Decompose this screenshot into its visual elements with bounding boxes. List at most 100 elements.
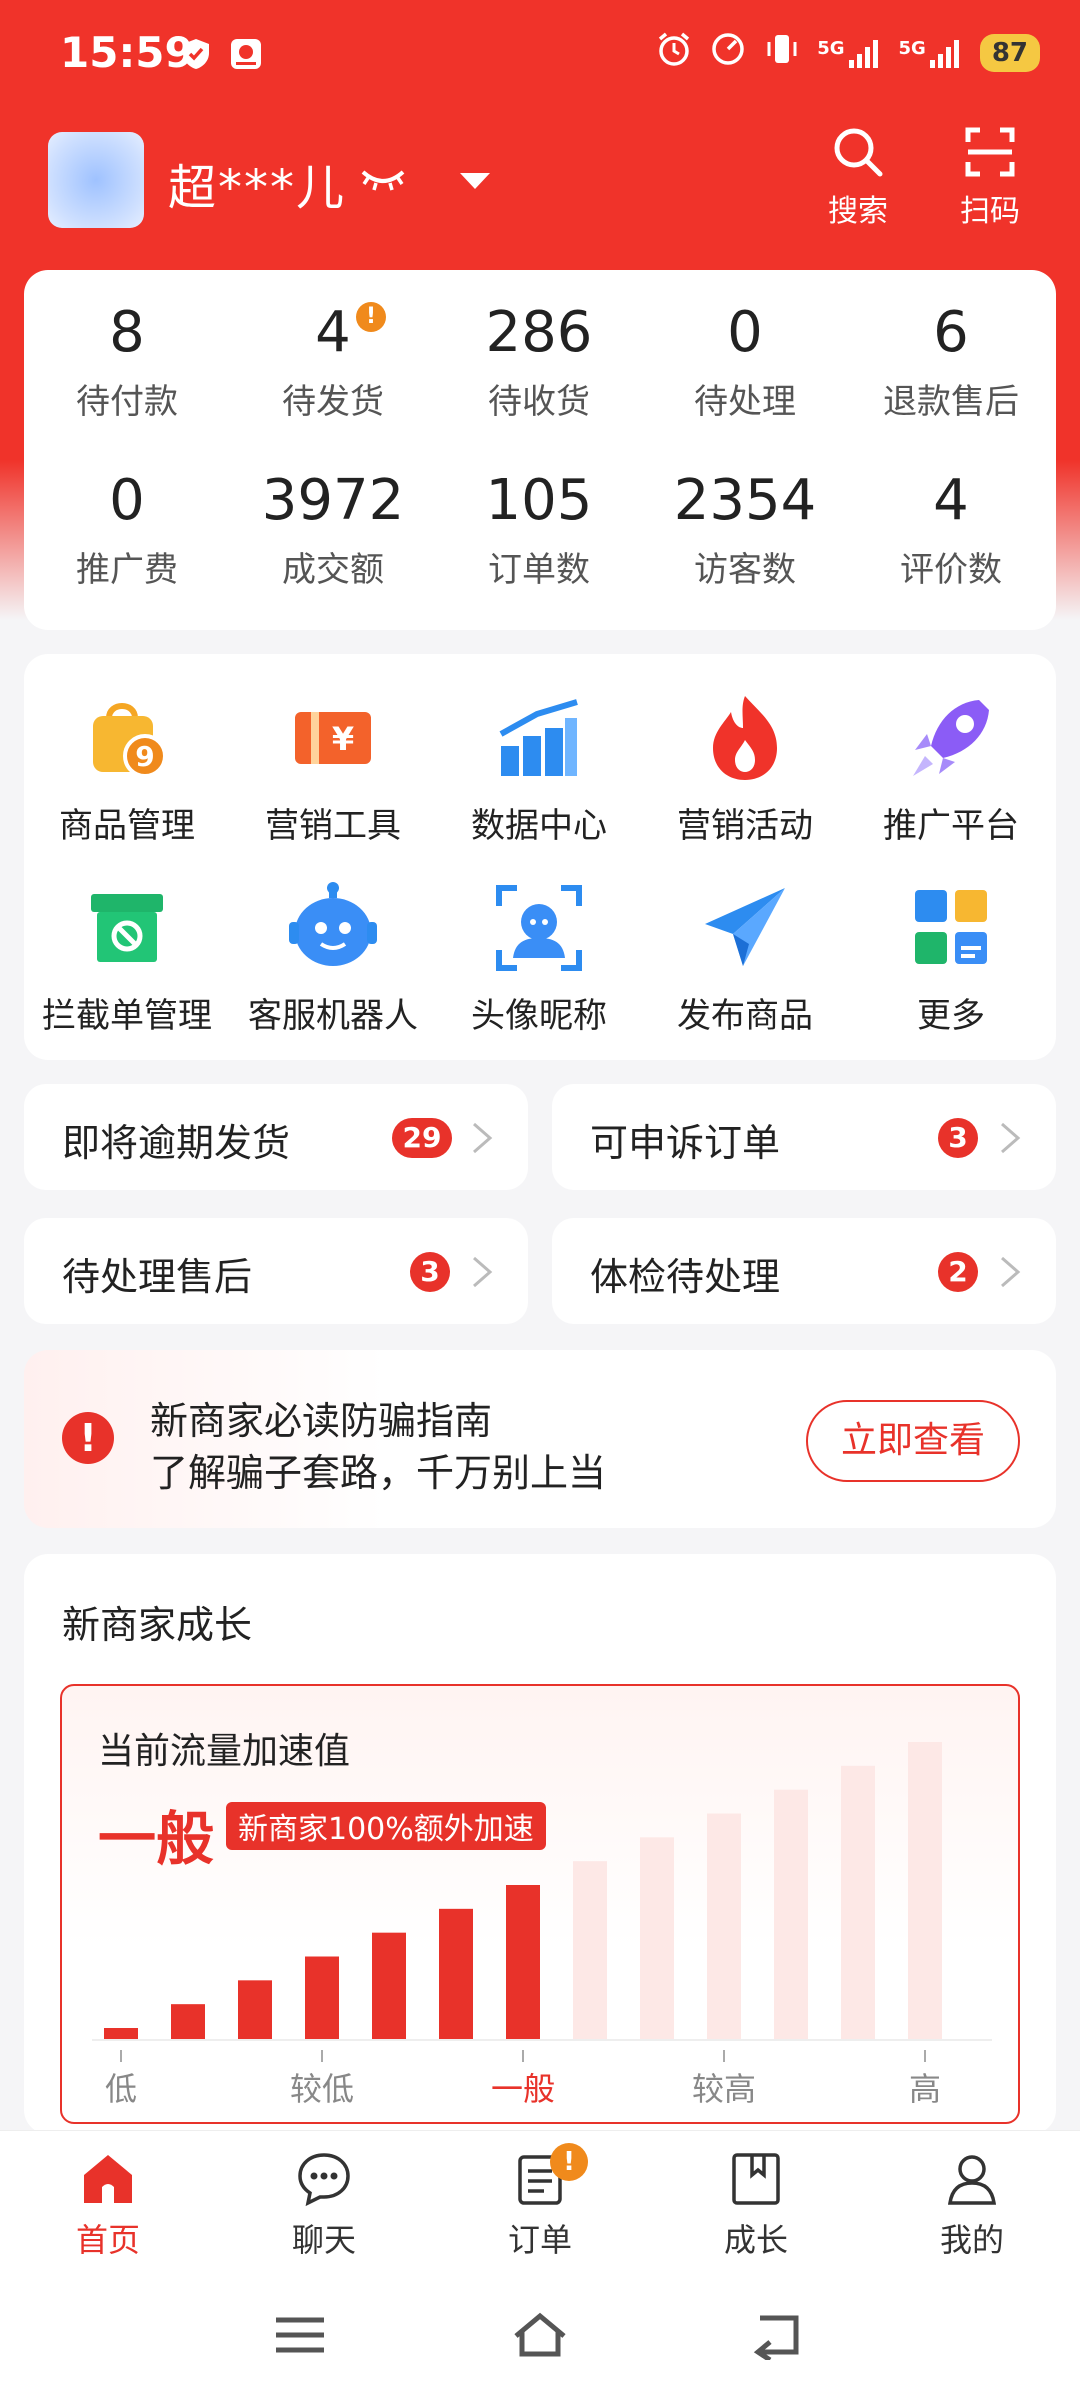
tool-avatar-nickname[interactable]: 头像昵称 xyxy=(436,880,642,1037)
profile-icon xyxy=(947,2155,997,2205)
boost-bar xyxy=(104,2028,138,2040)
scale-label: 较低 xyxy=(290,2070,354,2108)
rocket-icon xyxy=(913,700,989,776)
svg-text:¥: ¥ xyxy=(332,720,354,758)
warning-icon: ! xyxy=(62,1412,114,1464)
more-apps-icon xyxy=(915,890,987,964)
back-icon[interactable] xyxy=(750,2310,810,2360)
chevron-right-icon xyxy=(473,1122,493,1154)
boost-bar xyxy=(841,1765,875,2040)
svg-text:9: 9 xyxy=(135,740,154,773)
boost-bar xyxy=(372,1932,406,2040)
todo-overdue-shipment[interactable]: 即将逾期发货 29 xyxy=(24,1084,528,1190)
notice-subtitle: 了解骗子套路，千万别上当 xyxy=(150,1451,607,1495)
shopping-bag-icon: 9 xyxy=(93,703,167,778)
stat-promotion-fee[interactable]: 0 推广费 xyxy=(24,470,230,591)
blocked-box-icon xyxy=(91,894,163,962)
boost-bar xyxy=(640,1837,674,2040)
face-scan-icon xyxy=(496,885,582,971)
boost-bar xyxy=(506,1885,540,2040)
boost-bar xyxy=(573,1861,607,2040)
tab-mine[interactable]: 我的 xyxy=(902,2149,1042,2261)
store-stats-card: 8 待付款 4 待发货 ! 286 待收货 0 待处理 6 退款售后 0 推广费… xyxy=(24,270,1056,630)
stat-pending-shipment[interactable]: 4 待发货 ! xyxy=(230,302,436,423)
scale-label: 一般 xyxy=(491,2070,555,2108)
menu-icon[interactable] xyxy=(270,2310,330,2360)
boost-bar xyxy=(707,1813,741,2040)
bottom-tab-bar: 首页 聊天 订单 ! 成长 我的 xyxy=(0,2130,1080,2270)
search-button[interactable]: 搜索 xyxy=(803,124,913,230)
count-badge: 29 xyxy=(392,1118,452,1158)
scale-label: 较高 xyxy=(692,2070,756,2108)
chevron-right-icon xyxy=(1001,1256,1021,1288)
chat-icon xyxy=(298,2153,350,2207)
boost-bar xyxy=(774,1789,808,2040)
bookmark-book-icon xyxy=(732,2153,780,2205)
tab-orders[interactable]: 订单 ! xyxy=(470,2143,610,2261)
stat-visitors[interactable]: 2354 访客数 xyxy=(642,470,848,591)
stat-reviews[interactable]: 4 评价数 xyxy=(848,470,1054,591)
search-icon xyxy=(834,128,883,177)
tool-service-robot[interactable]: 客服机器人 xyxy=(230,880,436,1037)
tab-growth[interactable]: 成长 xyxy=(686,2149,826,2261)
robot-icon xyxy=(289,882,377,966)
tool-product-management[interactable]: 9 商品管理 xyxy=(24,690,230,847)
scan-label: 扫码 xyxy=(960,194,1020,229)
boost-title: 当前流量加速值 xyxy=(98,1731,351,1772)
growth-title: 新商家成长 xyxy=(62,1603,253,1647)
stat-refund-aftersale[interactable]: 6 退款售后 xyxy=(848,302,1054,423)
count-badge: 3 xyxy=(938,1118,978,1158)
scale-label: 高 xyxy=(909,2070,941,2108)
alert-badge: ! xyxy=(356,302,386,332)
shop-header: 超***儿 搜索 扫码 xyxy=(0,120,1080,250)
tool-publish-product[interactable]: 发布商品 xyxy=(642,880,848,1037)
anti-fraud-notice-card[interactable]: ! 新商家必读防骗指南 了解骗子套路，千万别上当 立即查看 xyxy=(24,1350,1056,1528)
battery-indicator: 87 xyxy=(979,33,1040,72)
home-nav-icon[interactable] xyxy=(510,2310,570,2360)
chevron-down-icon[interactable] xyxy=(458,170,492,192)
tool-promotion-platform[interactable]: 推广平台 xyxy=(848,690,1054,847)
stat-pending-receipt[interactable]: 286 待收货 xyxy=(436,302,642,423)
scan-button[interactable]: 扫码 xyxy=(935,124,1045,230)
shield-check-icon xyxy=(178,36,214,72)
flame-icon xyxy=(713,696,777,780)
signal-icon-2: 5G xyxy=(899,38,964,68)
shop-name[interactable]: 超***儿 xyxy=(168,148,346,218)
boost-level: 一般 xyxy=(98,1805,215,1873)
stat-order-count[interactable]: 105 订单数 xyxy=(436,470,642,591)
notice-title: 新商家必读防骗指南 xyxy=(150,1399,493,1443)
scale-label: 低 xyxy=(105,2070,137,2108)
chevron-right-icon xyxy=(473,1256,493,1288)
traffic-boost-panel[interactable]: 低较低 一般 较高高 当前流量加速值 一般 新商家100%额外加速 xyxy=(60,1684,1020,2124)
boost-bar xyxy=(439,1908,473,2040)
scan-icon xyxy=(965,127,1015,177)
boost-bar xyxy=(238,1980,272,2040)
todo-health-check[interactable]: 体检待处理 2 xyxy=(552,1218,1056,1324)
tab-home[interactable]: 首页 xyxy=(38,2149,178,2261)
signal-icon-1: 5G xyxy=(817,38,882,68)
boost-tag: 新商家100%额外加速 xyxy=(226,1802,546,1850)
tool-marketing-activity[interactable]: 营销活动 xyxy=(642,690,848,847)
bar-chart-icon xyxy=(499,699,578,776)
coupon-icon: ¥ xyxy=(295,712,371,764)
tool-more[interactable]: 更多 xyxy=(848,880,1054,1037)
status-bar: 15:59 5G 5G 87 xyxy=(0,0,1080,110)
system-navigation-bar xyxy=(0,2270,1080,2400)
vibrate-icon xyxy=(763,30,801,75)
alarm-icon xyxy=(655,30,693,75)
tool-intercept-orders[interactable]: 拦截单管理 xyxy=(24,880,230,1037)
tool-marketing-tools[interactable]: ¥ 营销工具 xyxy=(230,690,436,847)
boost-bar xyxy=(171,2004,205,2040)
view-now-button[interactable]: 立即查看 xyxy=(806,1400,1020,1482)
home-icon xyxy=(84,2155,132,2203)
todo-appealable-orders[interactable]: 可申诉订单 3 xyxy=(552,1084,1056,1190)
todo-pending-aftersale[interactable]: 待处理售后 3 xyxy=(24,1218,528,1324)
shop-avatar[interactable] xyxy=(48,132,144,228)
hide-eye-icon[interactable] xyxy=(360,164,406,194)
new-merchant-growth-card: 新商家成长 低较低 一般 较高高 当前流量加速值 一般 新商家100%额外加速 xyxy=(24,1554,1056,2134)
stat-pending-payment[interactable]: 8 待付款 xyxy=(24,302,230,423)
tool-data-center[interactable]: 数据中心 xyxy=(436,690,642,847)
tab-chat[interactable]: 聊天 xyxy=(254,2149,394,2261)
stat-pending-process[interactable]: 0 待处理 xyxy=(642,302,848,423)
stat-gmv[interactable]: 3972 成交额 xyxy=(230,470,436,591)
